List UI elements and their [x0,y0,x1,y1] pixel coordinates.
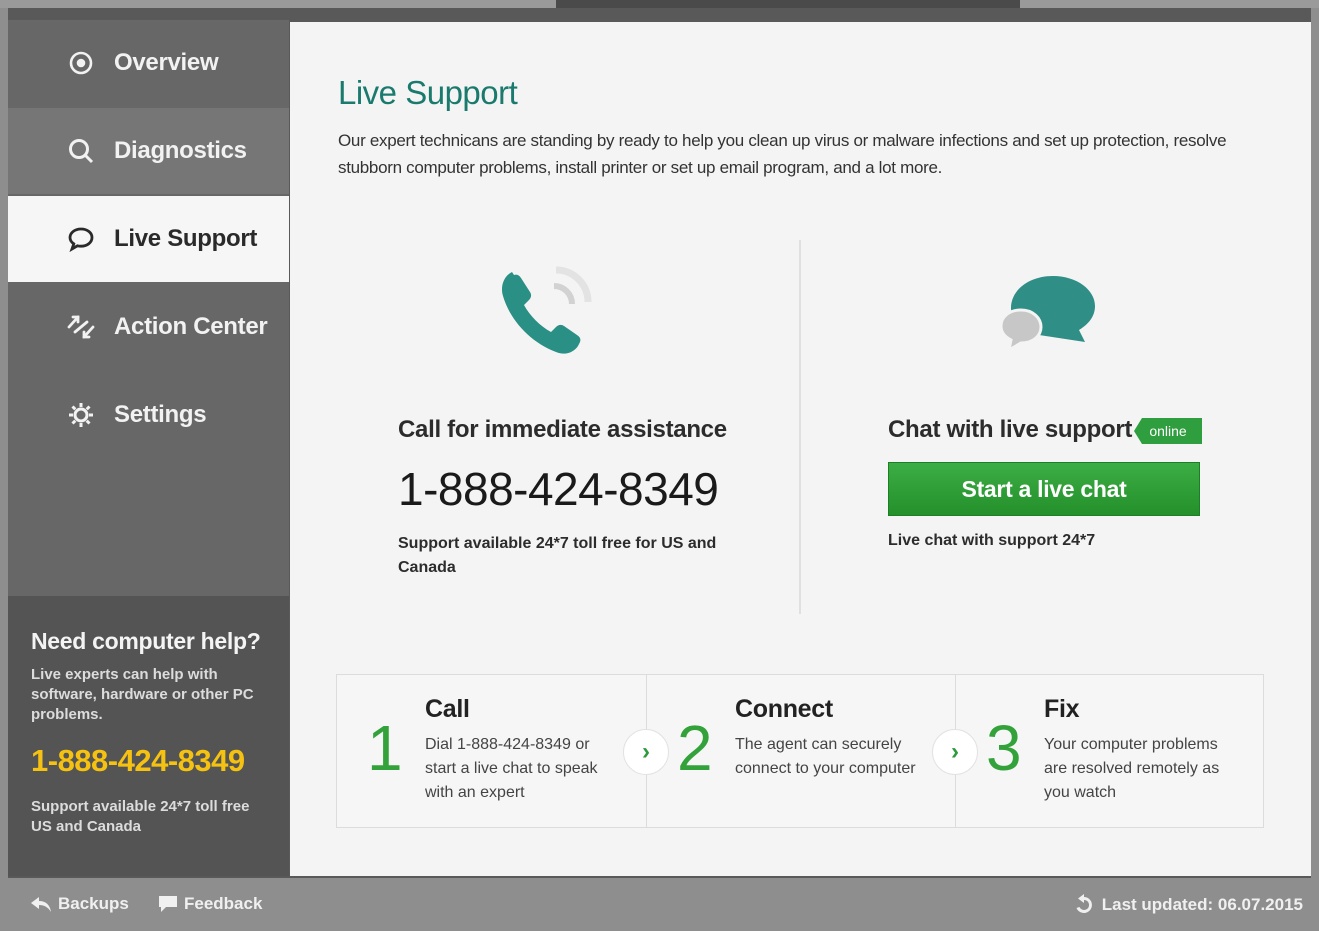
arrows-icon [64,312,98,342]
main-panel: Live Support Our expert technicans are s… [290,22,1311,876]
sidebar-item-settings[interactable]: Settings [8,372,289,458]
sidebar-item-label: Action Center [114,313,268,340]
sidebar-item-label: Settings [114,401,207,428]
sidebar-item-live-support[interactable]: Live Support [8,196,289,282]
call-availability: Support available 24*7 toll free for US … [398,535,717,576]
search-icon [64,136,98,166]
step-description: Dial 1-888-424-8349 or start a live chat… [425,736,598,801]
promo-title: Need computer help? [31,628,261,654]
bottom-bar: Backups Feedback Last updated: 06.07.201… [0,878,1319,931]
chat-bubbles-icon [993,262,1103,372]
chevron-right-icon: › [932,729,978,775]
backups-label: Backups [58,894,129,913]
chat-title: Chat with live support [888,416,1133,443]
top-strip [0,0,1319,8]
gear-icon [64,400,98,430]
step-call: 1 Call Dial 1-888-424-8349 or start a li… [337,675,646,827]
help-promo: Need computer help? Live experts can hel… [8,596,289,876]
step-number: 1 [367,712,403,784]
steps-panel: 1 Call Dial 1-888-424-8349 or start a li… [336,674,1264,828]
call-title: Call for immediate assistance [398,416,727,443]
sidebar-item-overview[interactable]: Overview [8,20,289,106]
page-title: Live Support [338,74,518,111]
sidebar-item-label: Live Support [114,225,258,252]
chat-availability: Live chat with support 24*7 [888,532,1096,549]
step-fix: 3 Fix Your computer problems are resolve… [955,675,1264,827]
intro-text: Our expert technicans are standing by re… [338,131,1227,177]
status-badge: online [1134,418,1202,444]
step-number: 2 [677,712,713,784]
step-description: Your computer problems are resolved remo… [1044,736,1220,801]
column-divider [799,240,801,614]
step-connect: 2 Connect The agent can securely connect… [646,675,955,827]
last-updated[interactable]: Last updated: 06.07.2015 [1072,894,1303,916]
step-title: Fix [1044,695,1080,723]
target-icon [64,48,98,78]
call-phone[interactable]: 1-888-424-8349 [398,462,719,516]
sidebar-item-diagnostics[interactable]: Diagnostics [8,108,289,194]
step-number: 3 [986,712,1022,784]
backups-link[interactable]: Backups [30,894,129,914]
chat-bubble-icon [64,224,98,254]
feedback-link[interactable]: Feedback [158,894,262,914]
sidebar-item-label: Overview [114,49,219,76]
sidebar-item-label: Diagnostics [114,137,247,164]
chevron-right-icon: › [623,729,669,775]
step-title: Connect [735,695,833,723]
promo-phone[interactable]: 1-888-424-8349 [31,743,267,779]
undo-arrow-icon [31,897,51,912]
step-title: Call [425,695,470,723]
start-live-chat-button[interactable]: Start a live chat [888,462,1200,516]
phone-icon [498,262,598,362]
feedback-icon [159,896,177,912]
feedback-label: Feedback [184,894,263,913]
refresh-icon [1076,894,1092,913]
step-description: The agent can securely connect to your c… [735,736,916,777]
promo-availability: Support available 24*7 toll free US and … [31,798,250,835]
promo-description: Live experts can help with software, har… [31,666,254,723]
last-updated-label: Last updated: 06.07.2015 [1101,895,1303,914]
top-strip-dark [556,0,1020,8]
sidebar-item-action-center[interactable]: Action Center [8,284,289,370]
